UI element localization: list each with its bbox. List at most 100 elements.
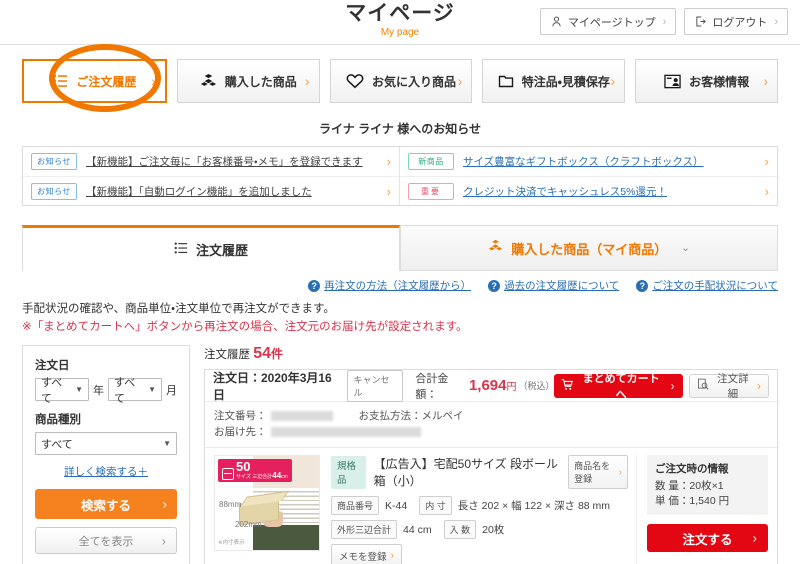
logout-icon (694, 15, 707, 28)
month-select[interactable]: すべて ▼ (108, 377, 162, 405)
notice-item[interactable]: お知らせ 【新機能】「自動ログイン機能」を追加しました › (23, 176, 399, 205)
tab-purchased-items[interactable]: 購入した商品（マイ商品） ⌄ (400, 225, 778, 271)
chevron-right-icon: › (618, 466, 622, 478)
order-info-unit-price: 単 価：1,540 円 (655, 495, 730, 507)
notice-item[interactable]: お知らせ 【新機能】ご注文毎に「お客様番号・メモ」を登録できます › (23, 147, 399, 176)
total-amount-label: 合計金額： (415, 372, 449, 401)
notice-text: 【新機能】「自動ログイン機能」を追加しました (86, 185, 312, 198)
cancel-button[interactable]: キャンセル (347, 369, 404, 402)
chevron-right-icon: › (662, 15, 667, 28)
order-count-line: 注文履歴 54件 (204, 345, 778, 363)
search-button-label: 検索する (80, 498, 131, 513)
order-info-panel: ご注文時の情報 数 量：20枚×1 単 価：1,540 円 注文する › (636, 455, 768, 564)
notice-item[interactable]: 重要 クレジット決済でキャッシュレス5%還元！ › (400, 176, 777, 205)
search-button[interactable]: 検索する › (35, 489, 177, 519)
chevron-right-icon: › (162, 496, 167, 512)
ship-to-label: お届け先： (214, 426, 267, 438)
notice-column-right: 新商品 サイズ豊富なギフトボックス（クラフトボックス） › 重要 クレジット決済… (400, 147, 777, 205)
nav-tile-label: お気に入り商品 (371, 74, 456, 89)
product-name[interactable]: 【広告入】宅配50サイズ 段ボール箱（小） (374, 455, 558, 489)
order-button[interactable]: 注文する › (647, 524, 768, 552)
order-count-unit: 件 (271, 347, 284, 361)
logout-label: ログアウト (712, 16, 768, 29)
product-info: 規格品 【広告入】宅配50サイズ 段ボール箱（小） 商品名を登録 › 商品番号 … (320, 455, 628, 564)
register-memo-button[interactable]: メモを登録 › (331, 544, 403, 564)
order-number-line: 注文番号： お支払方法：メルペイ (214, 408, 768, 424)
order-list-area: 注文履歴 54件 注文日：2020年3月16日 キャンセル 合計金額： 1,69… (204, 345, 778, 564)
notice-text: 【新機能】ご注文毎に「お客様番号・メモ」を登録できます (86, 156, 363, 168)
month-select-value: すべて (114, 376, 136, 405)
help-link-reorder-method[interactable]: ? 再注文の方法（注文履歴から） (308, 278, 471, 293)
spec-value: 長さ 202 × 幅 122 × 深さ 88 mm (457, 500, 611, 512)
chevron-right-icon: › (610, 73, 616, 89)
nav-tile-favorites[interactable]: お気に入り商品 › (329, 59, 473, 103)
chevron-right-icon: › (764, 154, 769, 169)
spec-key: 内 寸 (419, 496, 452, 515)
total-amount-currency: 円 (506, 382, 517, 393)
main-content: 注文日 すべて ▼ 年 すべて ▼ 月 商品種別 すべて ▼ 詳しく検索する＋ … (22, 345, 778, 564)
help-link-label: 再注文の方法（注文履歴から） (324, 280, 472, 292)
help-link-label: 過去の注文履歴について (504, 280, 620, 292)
spec-key: 商品番号 (331, 496, 380, 515)
ship-to-redacted (270, 427, 421, 437)
sidebar: 注文日 すべて ▼ 年 すべて ▼ 月 商品種別 すべて ▼ 詳しく検索する＋ … (22, 345, 190, 564)
chevron-right-icon: › (774, 15, 778, 28)
detailed-search-link[interactable]: 詳しく検索する＋ (35, 464, 177, 479)
chevron-right-icon: › (752, 530, 757, 546)
nav-tile-label: ご注文履歴 (76, 74, 137, 89)
product-thumbnail[interactable]: 50 サイズ 三辺合計44cm 88mm 202mm ※内寸表示 (214, 455, 320, 551)
box-icon (222, 468, 234, 480)
year-select[interactable]: すべて ▼ (35, 377, 89, 405)
order-date-label: 注文日 (35, 360, 70, 372)
nav-tile-label: 特注品・見積保存 (521, 74, 610, 89)
nav-tile-order-history[interactable]: ご注文履歴 › (22, 59, 167, 103)
help-link-order-status[interactable]: ? ご注文の手配状況について (636, 278, 778, 293)
chevron-down-icon: ▼ (148, 385, 156, 394)
notice-item[interactable]: 新商品 サイズ豊富なギフトボックス（クラフトボックス） › (400, 147, 777, 176)
help-link-label: ご注文の手配状況について (652, 280, 778, 292)
question-icon: ? (488, 279, 501, 292)
tab-label: 注文履歴 (195, 243, 248, 258)
register-product-name-button[interactable]: 商品名を登録 › (568, 455, 628, 489)
chevron-down-icon: ⌄ (681, 242, 690, 254)
notice-column-left: お知らせ 【新機能】ご注文毎に「お客様番号・メモ」を登録できます › お知らせ … (23, 147, 400, 205)
list-dots-icon (52, 73, 68, 89)
notice-text: サイズ豊富なギフトボックス（クラフトボックス） (463, 156, 704, 168)
chevron-down-icon: ▼ (163, 439, 171, 448)
add-all-to-cart-button[interactable]: まとめてカートへ › (553, 373, 683, 401)
status-badge: 重要 (408, 182, 454, 200)
nav-tile-label: 購入した商品 (224, 74, 297, 89)
chevron-right-icon: › (390, 550, 395, 562)
chevron-right-icon: › (161, 533, 166, 548)
order-date: 注文日：2020年3月16日 (213, 370, 332, 402)
tab-order-history[interactable]: 注文履歴 (22, 225, 400, 271)
order-detail-button[interactable]: 注文詳細 › (688, 373, 770, 400)
ship-to-line: お届け先： (214, 424, 768, 440)
show-all-button[interactable]: 全てを表示 › (35, 527, 177, 554)
item-type-label: 商品種別 (35, 414, 81, 426)
search-filter-panel: 注文日 すべて ▼ 年 すべて ▼ 月 商品種別 すべて ▼ 詳しく検索する＋ … (22, 345, 190, 564)
order-info-title: ご注文時の情報 (655, 463, 729, 475)
order-card-header: 注文日：2020年3月16日 キャンセル 合計金額： 1,694 円 （税込） … (205, 369, 777, 402)
nav-tile-purchased-items[interactable]: 購入した商品 › (176, 59, 320, 103)
spec-value: K-44 (385, 499, 408, 512)
boxes-icon (200, 73, 217, 90)
list-icon (174, 241, 188, 258)
item-type-select[interactable]: すべて ▼ (35, 432, 177, 455)
product-type-tag: 規格品 (331, 455, 366, 489)
chevron-right-icon: › (151, 73, 156, 89)
year-select-value: すべて (41, 376, 63, 405)
nav-tile-customer-info[interactable]: お客様情報 › (635, 59, 778, 103)
add-all-to-cart-label: まとめてカートへ (582, 372, 660, 401)
help-link-past-orders[interactable]: ? 過去の注文履歴について (488, 278, 619, 293)
total-amount-tax-note: （税込） (518, 381, 555, 391)
nav-tile-custom-quote[interactable]: 特注品・見積保存 › (482, 59, 626, 103)
content-tabs: 注文履歴 購入した商品（マイ商品） ⌄ (22, 225, 778, 271)
size-badge-sub-total: 三辺合計 (252, 474, 273, 480)
thumb-note: ※内寸表示 (218, 540, 245, 546)
show-all-button-label: 全てを表示 (78, 535, 134, 548)
logout-button[interactable]: ログアウト › (684, 8, 788, 35)
status-badge: お知らせ (31, 182, 77, 200)
thumb-dimension-depth: 88mm (219, 500, 242, 509)
mypage-top-button[interactable]: マイページトップ › (539, 8, 677, 35)
